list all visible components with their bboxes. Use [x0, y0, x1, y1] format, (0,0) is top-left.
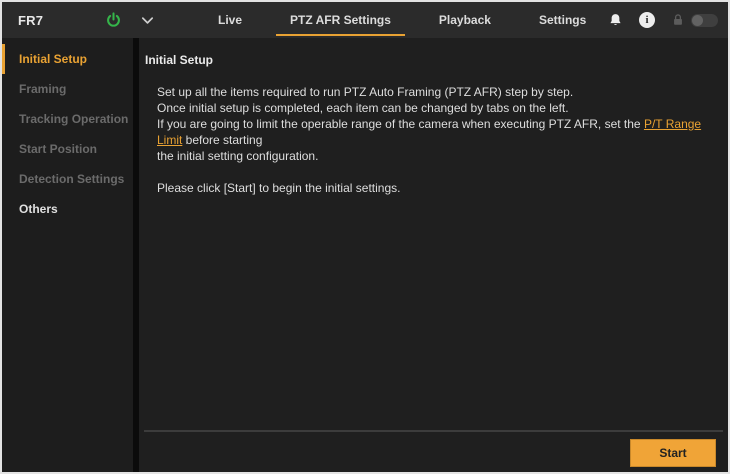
- toggle-knob: [692, 14, 703, 26]
- sidebar-item-start-position: Start Position: [19, 142, 98, 156]
- tab-ptz-afr-settings[interactable]: PTZ AFR Settings: [266, 2, 415, 38]
- intro-line-3: If you are going to limit the operable r…: [157, 116, 728, 148]
- camera-menu-expander[interactable]: [140, 13, 155, 28]
- main-nav: Live PTZ AFR Settings Playback Settings: [194, 2, 610, 38]
- sidebar-item-others[interactable]: Others: [2, 194, 133, 224]
- range-line-pre: If you are going to limit the operable r…: [157, 117, 644, 131]
- info-button[interactable]: i: [639, 12, 655, 28]
- sidebar-item-detection-settings: Detection Settings: [19, 172, 125, 186]
- footer-divider: [144, 430, 723, 432]
- start-prompt: Please click [Start] to begin the initia…: [157, 181, 401, 195]
- power-icon: [105, 11, 122, 29]
- header-icon-group: i: [608, 2, 718, 38]
- intro-line-1: Set up all the items required to run PTZ…: [157, 85, 574, 99]
- sidebar-item-initial-setup[interactable]: Initial Setup: [2, 44, 133, 74]
- chevron-down-icon: [140, 13, 155, 28]
- intro-line-4: the initial setting configuration.: [157, 149, 319, 163]
- device-name: FR7: [18, 12, 44, 28]
- page-title: Initial Setup: [145, 53, 214, 67]
- sidebar-item-framing: Framing: [19, 82, 67, 96]
- intro-line-2: Once initial setup is completed, each it…: [157, 101, 569, 115]
- initial-setup-panel: Initial Setup Set up all the items requi…: [139, 38, 728, 472]
- settings-sidebar: Initial Setup Framing Tracking Operation…: [2, 38, 133, 472]
- info-icon: i: [639, 12, 655, 28]
- lock-icon: [671, 13, 685, 27]
- range-line-post: before starting: [182, 133, 263, 147]
- power-button[interactable]: [105, 11, 122, 29]
- tab-playback[interactable]: Playback: [415, 2, 515, 38]
- sidebar-item-tracking-operation: Tracking Operation: [19, 112, 129, 126]
- tab-settings[interactable]: Settings: [515, 2, 610, 38]
- lock-toggle[interactable]: [691, 13, 718, 27]
- start-button[interactable]: Start: [630, 439, 716, 467]
- notifications-button[interactable]: [608, 13, 623, 28]
- lock-control: [671, 13, 718, 27]
- bell-icon: [608, 13, 623, 28]
- intro-text: Set up all the items required to run PTZ…: [157, 84, 728, 164]
- top-bar: FR7 Live PTZ AFR Settings Playback Setti…: [2, 2, 728, 38]
- tab-live[interactable]: Live: [194, 2, 266, 38]
- app-window: FR7 Live PTZ AFR Settings Playback Setti…: [0, 0, 730, 474]
